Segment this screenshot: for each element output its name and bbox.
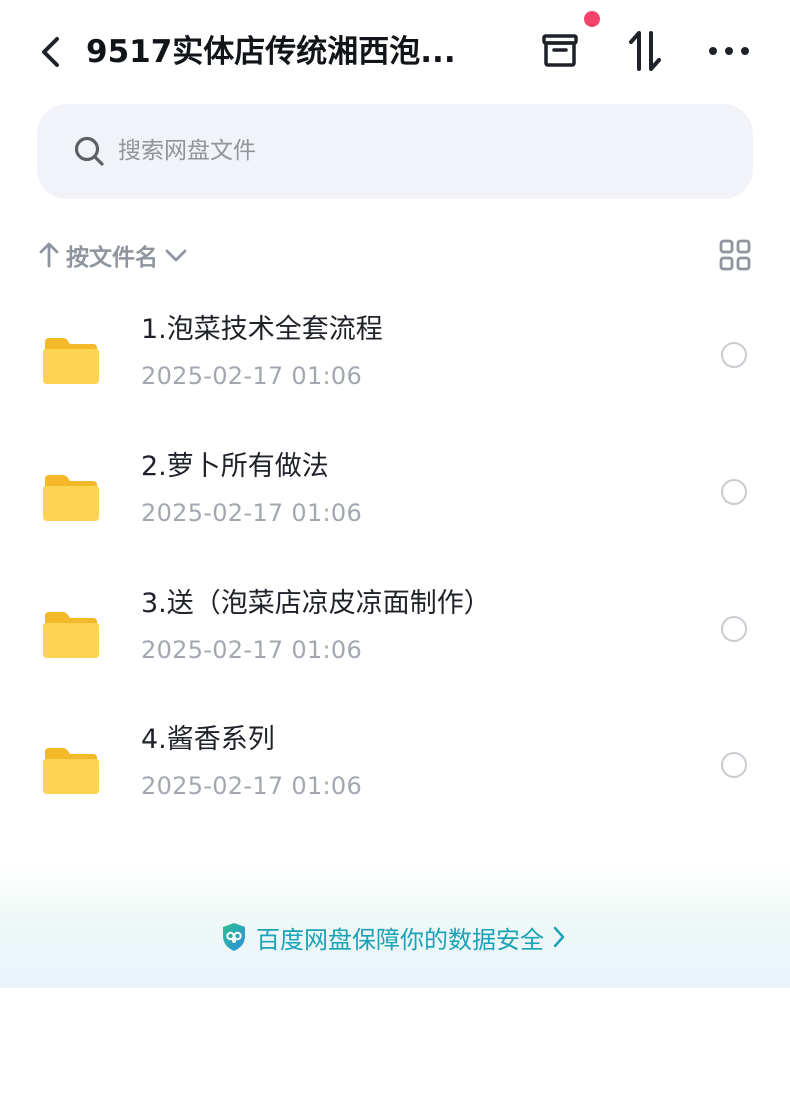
search-icon	[74, 136, 104, 166]
select-checkbox[interactable]	[721, 479, 747, 505]
sort-label: 按文件名	[66, 245, 158, 271]
file-date: 2025-02-17 01:06	[141, 772, 363, 800]
grid-view-icon	[719, 239, 751, 271]
sort-button[interactable]	[620, 26, 670, 76]
folder-title: 9517实体店传统湘西泡...	[86, 34, 456, 70]
file-row[interactable]: 1.泡菜技术全套流程 2025-02-17 01:06	[0, 306, 790, 436]
search-input[interactable]	[118, 128, 678, 174]
file-browser-page: 9517实体店传统湘西泡... 搜索网盘文件 按文件名 1.泡菜技术全套流程 2…	[0, 0, 790, 1109]
file-row[interactable]: 2.萝卜所有做法 2025-02-17 01:06	[0, 443, 790, 573]
select-checkbox[interactable]	[721, 342, 747, 368]
file-date: 2025-02-17 01:06	[141, 499, 363, 527]
back-button[interactable]	[30, 30, 70, 74]
security-info-link[interactable]: 百度网盘保障你的数据安全	[220, 917, 566, 957]
top-bar: 9517实体店传统湘西泡...	[0, 0, 790, 104]
folder-icon	[43, 612, 99, 658]
select-checkbox[interactable]	[721, 752, 747, 778]
sort-arrows-icon	[629, 31, 661, 71]
chevron-down-icon	[165, 249, 187, 262]
archive-box-icon	[542, 34, 578, 67]
file-name: 1.泡菜技术全套流程	[141, 314, 383, 345]
sort-by-name-control[interactable]: 按文件名	[38, 233, 188, 277]
notification-badge	[584, 11, 600, 27]
more-button[interactable]	[704, 26, 754, 76]
file-name: 4.酱香系列	[141, 724, 275, 755]
folder-icon	[43, 748, 99, 794]
file-row[interactable]: 4.酱香系列 2025-02-17 01:06	[0, 716, 790, 846]
more-dots-icon	[709, 47, 749, 55]
file-date: 2025-02-17 01:06	[141, 362, 363, 390]
shield-icon	[223, 923, 245, 951]
archive-button[interactable]	[535, 26, 585, 76]
security-text: 百度网盘保障你的数据安全	[256, 925, 544, 954]
select-checkbox[interactable]	[721, 616, 747, 642]
arrow-up-icon	[39, 242, 59, 268]
file-name: 3.送（泡菜店凉皮凉面制作）	[141, 588, 491, 619]
chevron-left-icon	[42, 37, 59, 67]
file-row[interactable]: 3.送（泡菜店凉皮凉面制作） 2025-02-17 01:06	[0, 580, 790, 710]
folder-icon	[43, 475, 99, 521]
chevron-right-icon	[553, 926, 565, 948]
folder-icon	[43, 338, 99, 384]
file-date: 2025-02-17 01:06	[141, 636, 363, 664]
grid-view-toggle[interactable]	[714, 234, 756, 276]
file-name: 2.萝卜所有做法	[141, 451, 329, 482]
